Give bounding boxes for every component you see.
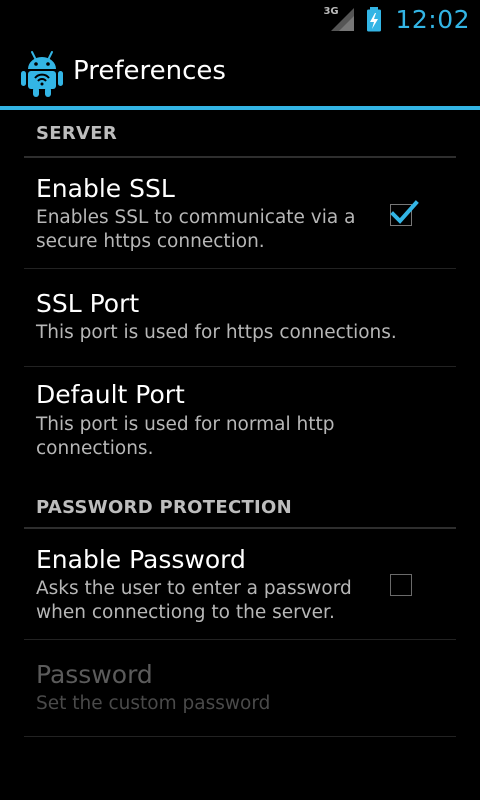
signal-3g-icon: 3G xyxy=(323,6,355,32)
preferences-list: SERVER Enable SSL Enables SSL to communi… xyxy=(0,110,480,737)
enable-ssl-checkbox[interactable] xyxy=(390,200,419,226)
category-password-protection: PASSWORD PROTECTION xyxy=(24,487,456,529)
action-bar: Preferences xyxy=(0,38,480,110)
enable-password-checkbox[interactable] xyxy=(390,574,412,596)
pref-summary: This port is used for normal http connec… xyxy=(36,414,335,459)
pref-password: Password Set the custom password xyxy=(24,640,456,737)
pref-enable-password[interactable]: Enable Password Asks the user to enter a… xyxy=(24,529,456,640)
battery-charging-icon xyxy=(361,6,387,32)
pref-enable-ssl[interactable]: Enable SSL Enables SSL to communicate vi… xyxy=(24,158,456,269)
category-label: PASSWORD PROTECTION xyxy=(36,496,292,518)
pref-summary: Set the custom password xyxy=(36,693,271,714)
pref-title: SSL Port xyxy=(36,289,140,318)
network-type-label: 3G xyxy=(323,6,339,17)
pref-summary: This port is used for https connections. xyxy=(36,322,397,343)
pref-summary: Enables SSL to communicate via a secure … xyxy=(36,207,356,252)
status-bar: 3G 12:02 xyxy=(0,0,480,38)
checkmark-icon xyxy=(390,200,419,224)
pref-title: Default Port xyxy=(36,380,185,409)
android-robot-icon[interactable] xyxy=(20,50,64,98)
status-clock: 12:02 xyxy=(395,4,470,34)
pref-default-port[interactable]: Default Port This port is used for norma… xyxy=(24,367,456,487)
pref-ssl-port[interactable]: SSL Port This port is used for https con… xyxy=(24,269,456,367)
category-label: SERVER xyxy=(36,122,118,144)
pref-summary: Asks the user to enter a password when c… xyxy=(36,578,352,623)
pref-title: Enable Password xyxy=(36,545,246,574)
category-server: SERVER xyxy=(24,110,456,158)
page-title: Preferences xyxy=(73,56,226,86)
pref-title: Password xyxy=(36,660,153,689)
